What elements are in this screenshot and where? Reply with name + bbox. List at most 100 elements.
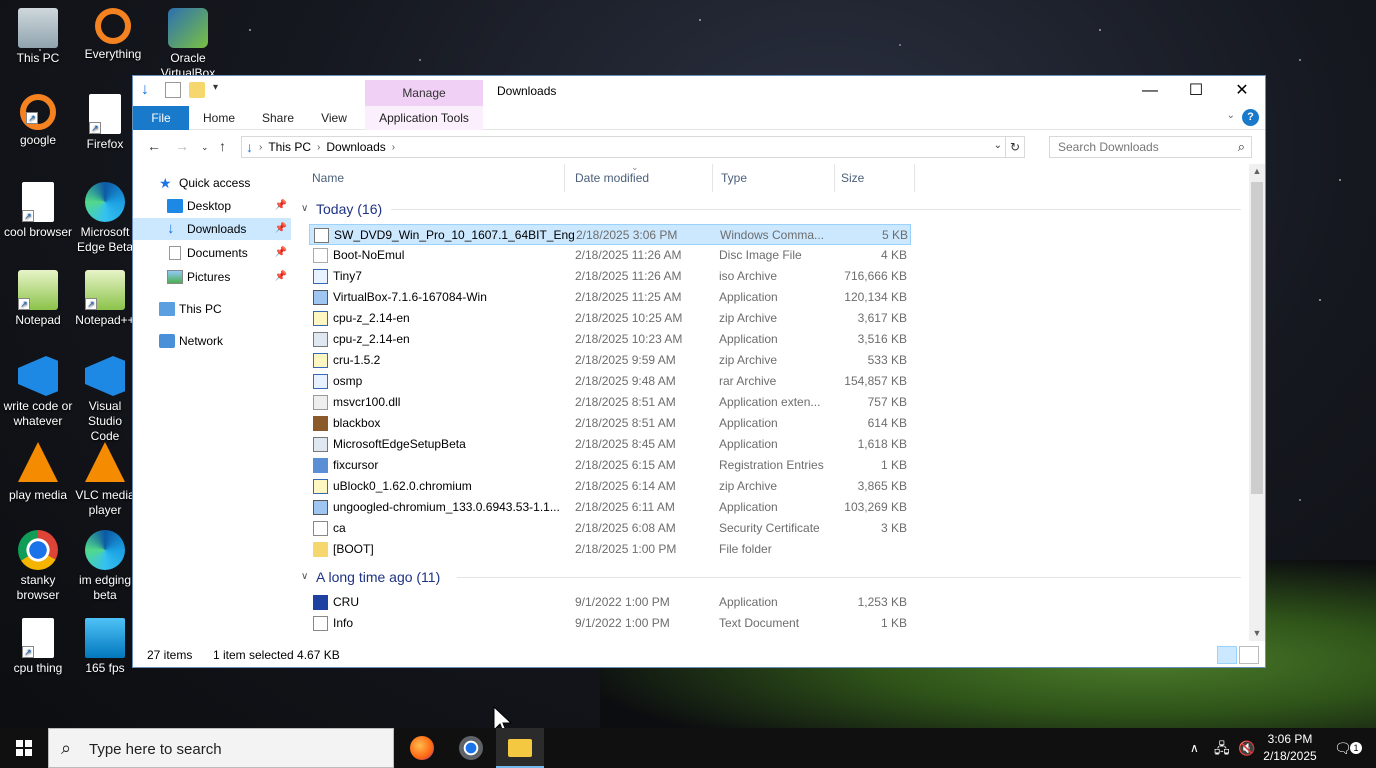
clock[interactable]: 3:06 PM 2/18/2025 <box>1258 731 1322 765</box>
new-folder-icon[interactable] <box>189 82 205 98</box>
expand-ribbon-chevron-icon[interactable]: ⌄ <box>1227 110 1235 121</box>
desktop-icon-cool-browser[interactable]: ↗ cool browser <box>0 182 76 240</box>
desktop-icon-google[interactable]: ↗ google <box>0 94 76 148</box>
desktop-icon-165fps[interactable]: 165 fps <box>75 618 135 676</box>
taskbar-search-input[interactable]: ⌕ Type here to search <box>48 728 394 768</box>
recent-locations-chevron-icon[interactable]: ⌄ <box>201 142 209 153</box>
table-row[interactable]: msvcr100.dll 2/18/2025 8:51 AM Applicati… <box>309 392 911 413</box>
table-row[interactable]: CRU 9/1/2022 1:00 PM Application 1,253 K… <box>309 592 911 613</box>
table-row[interactable]: SW_DVD9_Win_Pro_10_1607.1_64BIT_Eng... 2… <box>309 224 911 245</box>
desktop-icon-im-edging-beta[interactable]: im edging beta <box>75 530 135 603</box>
nav-desktop[interactable]: Desktop 📌 <box>133 195 291 217</box>
search-input[interactable]: Search Downloads ⌕ <box>1049 136 1252 158</box>
nav-network[interactable]: Network <box>133 330 291 352</box>
download-arrow-icon[interactable]: ↓ <box>141 82 157 98</box>
table-row[interactable]: Boot-NoEmul 2/18/2025 11:26 AM Disc Imag… <box>309 245 911 266</box>
collapse-chevron-icon[interactable]: ∨ <box>301 198 308 220</box>
table-row[interactable]: uBlock0_1.62.0.chromium 2/18/2025 6:14 A… <box>309 476 911 497</box>
table-row[interactable]: Info 9/1/2022 1:00 PM Text Document 1 KB <box>309 613 911 634</box>
scroll-up-arrow-icon[interactable]: ▲ <box>1249 166 1265 176</box>
desktop-icon-firefox[interactable]: ↗ Firefox <box>75 94 135 152</box>
table-row[interactable]: ungoogled-chromium_133.0.6943.53-1.1... … <box>309 497 911 518</box>
column-header-date[interactable]: Date modified ⌄ <box>567 164 713 192</box>
up-arrow-icon[interactable]: ↑ <box>219 138 226 154</box>
table-row[interactable]: VirtualBox-7.1.6-167084-Win 2/18/2025 11… <box>309 287 911 308</box>
desktop-icon-edge-beta[interactable]: Microsoft Edge Beta <box>75 182 135 255</box>
desktop-icon-notepad[interactable]: ↗ Notepad <box>0 270 76 328</box>
table-row[interactable]: osmp 2/18/2025 9:48 AM rar Archive 154,8… <box>309 371 911 392</box>
breadcrumb-separator-icon[interactable]: › <box>392 142 395 153</box>
table-row[interactable]: cpu-z_2.14-en 2/18/2025 10:23 AM Applica… <box>309 329 911 350</box>
forward-arrow-icon[interactable]: → <box>175 138 189 154</box>
table-row[interactable]: blackbox 2/18/2025 8:51 AM Application 6… <box>309 413 911 434</box>
table-row[interactable]: ca 2/18/2025 6:08 AM Security Certificat… <box>309 518 911 539</box>
table-row[interactable]: cpu-z_2.14-en 2/18/2025 10:25 AM zip Arc… <box>309 308 911 329</box>
address-dropdown-chevron-icon[interactable]: ⌄ <box>994 140 1002 151</box>
pictures-icon <box>167 270 183 284</box>
table-row[interactable]: [BOOT] 2/18/2025 1:00 PM File folder <box>309 539 911 560</box>
nav-this-pc[interactable]: This PC <box>133 298 291 320</box>
help-button[interactable]: ? <box>1242 109 1259 126</box>
scroll-down-arrow-icon[interactable]: ▼ <box>1249 628 1265 638</box>
address-bar[interactable]: ↓ › This PC › Downloads › ⌄ ↻ <box>241 136 1025 158</box>
blackbox-app-icon <box>313 416 328 431</box>
column-header-size[interactable]: Size <box>835 164 915 192</box>
group-header-today[interactable]: ∨ Today (16) <box>301 198 1241 220</box>
taskbar-search-placeholder: Type here to search <box>89 741 222 758</box>
tab-home[interactable]: Home <box>195 106 243 130</box>
tab-view[interactable]: View <box>311 106 357 130</box>
scrollbar-thumb[interactable] <box>1251 182 1263 494</box>
desktop-icon-play-media[interactable]: play media <box>0 442 76 503</box>
desktop-icon-this-pc[interactable]: This PC <box>0 8 76 66</box>
maximize-button[interactable]: ☐ <box>1173 76 1219 106</box>
network-tray-icon[interactable]: 🖧 <box>1214 728 1230 768</box>
breadcrumb-separator-icon[interactable]: › <box>259 142 262 153</box>
breadcrumb-separator-icon[interactable]: › <box>317 142 320 153</box>
desktop-icon-everything[interactable]: Everything <box>75 8 151 62</box>
show-hidden-icons-chevron-icon[interactable]: ∧ <box>1190 728 1199 768</box>
table-row[interactable]: MicrosoftEdgeSetupBeta 2/18/2025 8:45 AM… <box>309 434 911 455</box>
sort-chevron-icon: ⌄ <box>631 164 639 172</box>
close-button[interactable]: ✕ <box>1219 76 1265 106</box>
collapse-chevron-icon[interactable]: ∨ <box>301 566 308 588</box>
desktop-icon-write-code[interactable]: write code or whatever <box>0 356 76 429</box>
desktop-icon-stanky-browser[interactable]: stanky browser <box>0 530 76 603</box>
column-header-type[interactable]: Type <box>713 164 835 192</box>
minimize-button[interactable]: — <box>1127 76 1173 106</box>
desktop-icon-cpu-thing[interactable]: ↗ cpu thing <box>0 618 76 676</box>
volume-muted-icon[interactable]: 🔇 <box>1238 728 1255 768</box>
search-icon[interactable]: ⌕ <box>1238 137 1245 157</box>
table-row[interactable]: cru-1.5.2 2/18/2025 9:59 AM zip Archive … <box>309 350 911 371</box>
nav-quick-access[interactable]: ★ Quick access <box>133 172 291 194</box>
tab-share[interactable]: Share <box>253 106 303 130</box>
breadcrumb-this-pc[interactable]: This PC <box>268 140 311 154</box>
refresh-icon[interactable]: ↻ <box>1005 136 1025 158</box>
breadcrumb-downloads[interactable]: Downloads <box>326 140 385 154</box>
desktop-icon-virtualbox[interactable]: Oracle VirtualBox <box>150 8 226 81</box>
tab-file[interactable]: File <box>133 106 189 130</box>
nav-downloads[interactable]: ↓ Downloads 📌 <box>133 218 291 240</box>
taskbar-firefox[interactable] <box>398 728 446 768</box>
column-header-name[interactable]: Name <box>301 164 565 192</box>
taskbar-file-explorer[interactable] <box>496 728 544 768</box>
nav-label: Quick access <box>179 176 251 190</box>
large-icons-view-icon[interactable] <box>1239 646 1259 664</box>
desktop-icon-vscode[interactable]: Visual Studio Code <box>75 356 135 444</box>
back-arrow-icon[interactable]: ← <box>147 138 161 154</box>
group-header-long-ago[interactable]: ∨ A long time ago (11) <box>301 566 1241 588</box>
vertical-scrollbar[interactable]: ▲ ▼ <box>1249 164 1265 641</box>
nav-pictures[interactable]: Pictures 📌 <box>133 266 291 288</box>
table-row[interactable]: Tiny7 2/18/2025 11:26 AM iso Archive 716… <box>309 266 911 287</box>
desktop-icon-notepad-plus[interactable]: ↗ Notepad++ <box>75 270 135 328</box>
window-title: Downloads <box>497 84 557 98</box>
customize-toolbar-chevron-icon[interactable]: ▾ <box>213 82 223 98</box>
taskbar-chrome[interactable] <box>447 728 495 768</box>
manage-contextual-tab[interactable]: Manage <box>365 80 483 106</box>
nav-documents[interactable]: Documents 📌 <box>133 242 291 264</box>
properties-icon[interactable] <box>165 82 181 98</box>
details-view-icon[interactable] <box>1217 646 1237 664</box>
tab-application-tools[interactable]: Application Tools <box>365 106 483 130</box>
desktop-icon-vlc[interactable]: VLC media player <box>75 442 135 518</box>
table-row[interactable]: fixcursor 2/18/2025 6:15 AM Registration… <box>309 455 911 476</box>
start-button[interactable] <box>0 728 48 768</box>
